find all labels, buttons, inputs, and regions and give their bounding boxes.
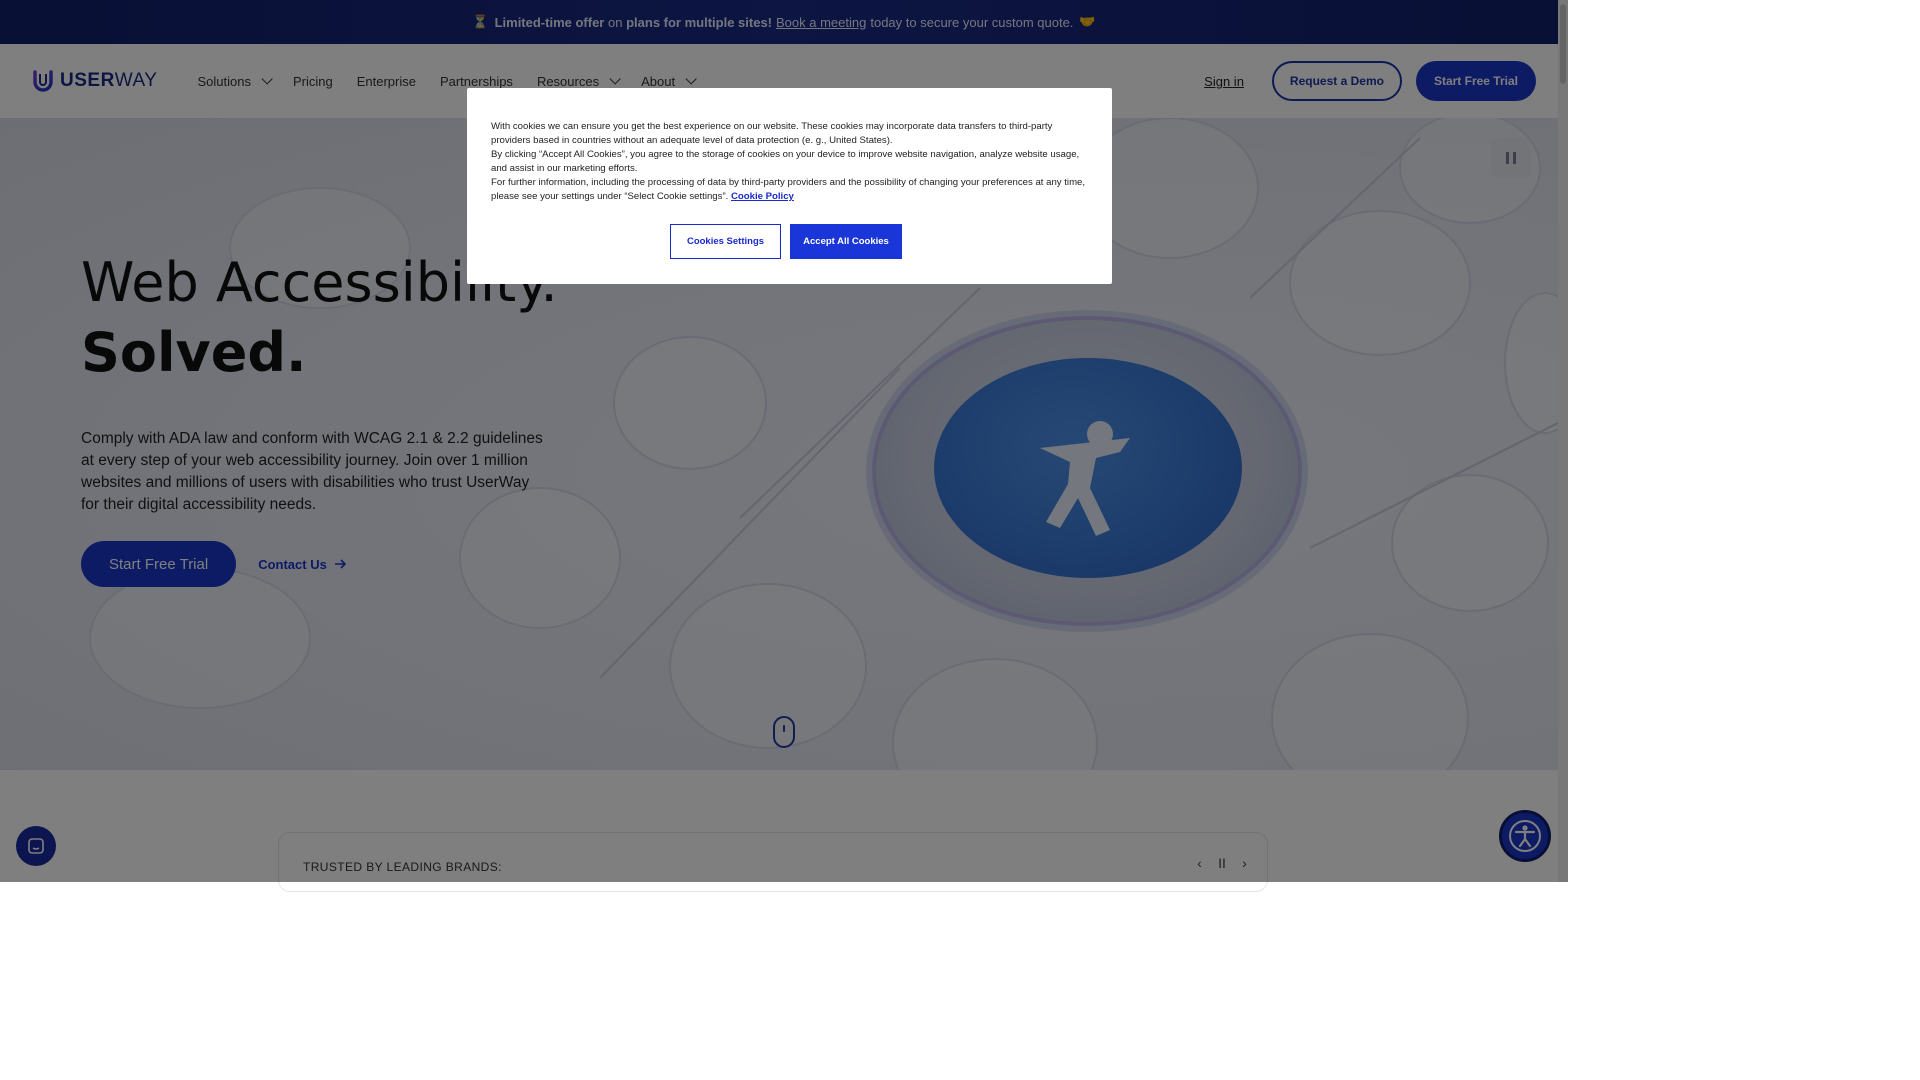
cookie-policy-link[interactable]: Cookie Policy xyxy=(731,191,794,202)
cookie-text-3: For further information, including the p… xyxy=(491,176,1088,204)
cookie-text-2: By clicking “Accept All Cookies”, you ag… xyxy=(491,149,1080,174)
accept-all-cookies-button[interactable]: Accept All Cookies xyxy=(790,224,902,259)
cookies-settings-button[interactable]: Cookies Settings xyxy=(670,224,781,259)
cookie-text-1: With cookies we can ensure you get the b… xyxy=(491,121,1053,146)
cookie-actions: Cookies Settings Accept All Cookies xyxy=(670,224,902,259)
cookie-consent-dialog: With cookies we can ensure you get the b… xyxy=(467,88,1112,284)
